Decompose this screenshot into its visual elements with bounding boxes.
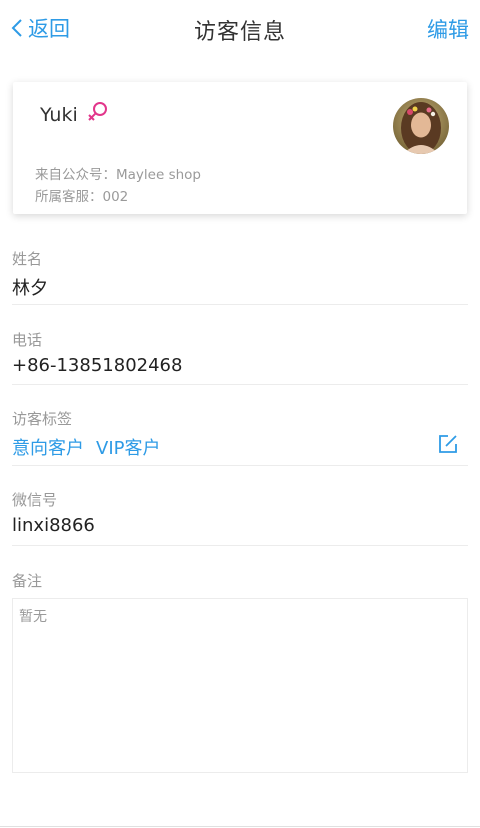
notes-field: 备注 [12,570,468,591]
page-title: 访客信息 [193,20,286,45]
tag-item[interactable]: 意向客户 [12,434,84,460]
divider [12,545,468,546]
divider [0,826,480,827]
notes-box [12,598,468,773]
notes-input[interactable] [13,599,467,772]
female-symbol-icon [88,102,107,121]
visitor-profile-card: Yuki 来自公众号：Maylee shop 所属客服：002 [13,82,467,214]
edit-icon[interactable] [438,434,458,454]
divider [12,384,468,385]
tag-list: 意向客户 VIP客户 [12,434,468,460]
edit-button[interactable]: 编辑 [427,14,469,44]
divider [12,465,468,466]
tag-item[interactable]: VIP客户 [96,434,160,460]
avatar-photo [393,98,449,154]
source-account-text: 来自公众号：Maylee shop [35,167,201,183]
wechat-label: 微信号 [12,491,58,509]
wechat-value: linxi8866 [12,515,95,536]
navigation-bar: 返回 访客信息 编辑 [0,0,480,56]
wechat-field: 微信号 linxi8866 [12,489,468,536]
name-label: 姓名 [12,250,43,268]
visitor-tags-field: 访客标签 意向客户 VIP客户 [12,408,468,460]
visitor-name: Yuki [40,104,78,126]
name-value: 林夕 [12,278,48,299]
visitor-name-row: Yuki [40,102,109,126]
phone-label: 电话 [12,331,43,349]
name-field: 姓名 林夕 [12,248,468,300]
assigned-agent-text: 所属客服：002 [35,189,129,205]
visitor-tags-label: 访客标签 [12,410,73,428]
divider [12,304,468,305]
phone-field: 电话 +86-13851802468 [12,329,468,376]
phone-value[interactable]: +86-13851802468 [12,355,468,376]
avatar[interactable] [393,98,449,154]
notes-label: 备注 [12,572,43,590]
